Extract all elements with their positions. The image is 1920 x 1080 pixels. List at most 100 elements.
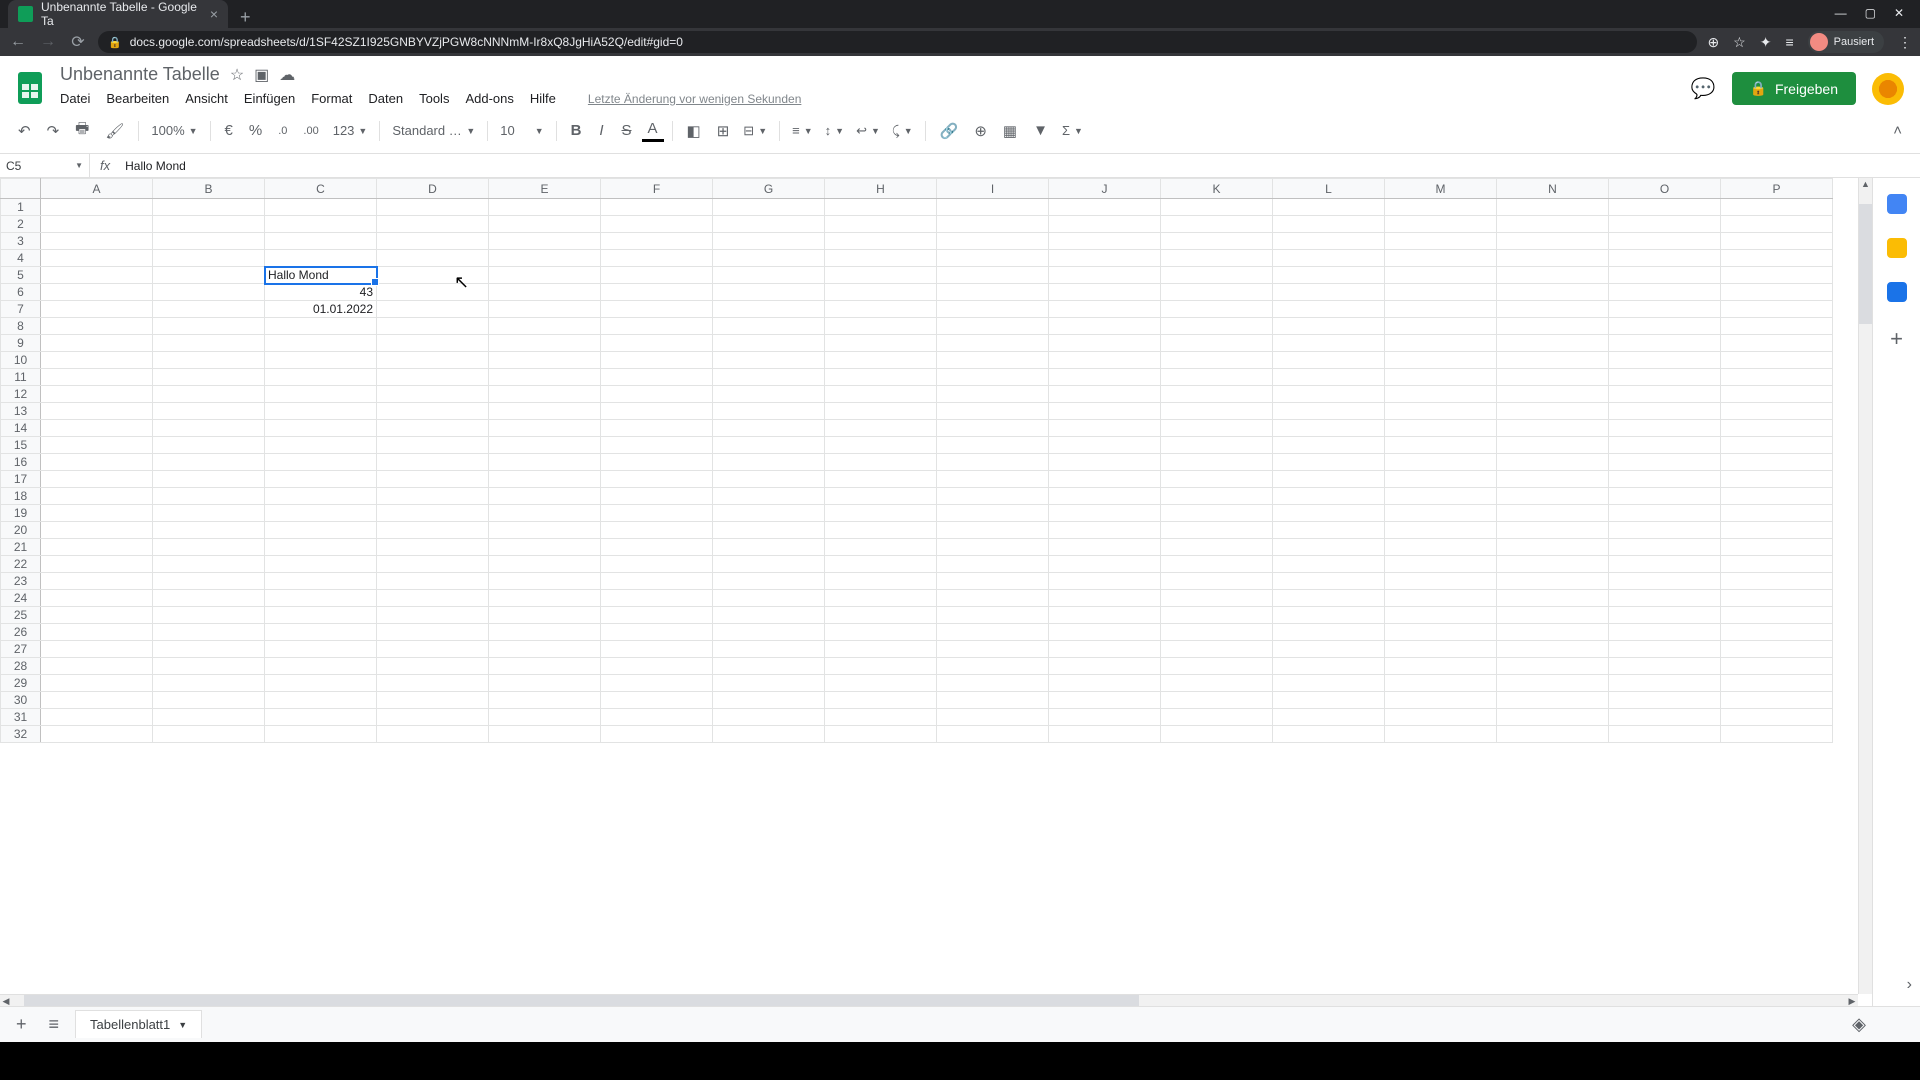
cell-J8[interactable] bbox=[1049, 318, 1161, 335]
row-header[interactable]: 31 bbox=[1, 709, 41, 726]
cell-H1[interactable] bbox=[825, 199, 937, 216]
cell-D7[interactable] bbox=[377, 301, 489, 318]
cell-N8[interactable] bbox=[1497, 318, 1609, 335]
cell-H12[interactable] bbox=[825, 386, 937, 403]
menu-data[interactable]: Daten bbox=[368, 91, 403, 106]
column-header[interactable]: O bbox=[1609, 179, 1721, 199]
cell-C22[interactable] bbox=[265, 556, 377, 573]
last-edit-hint[interactable]: Letzte Änderung vor wenigen Sekunden bbox=[588, 92, 802, 106]
cell-M24[interactable] bbox=[1385, 590, 1497, 607]
cell-K15[interactable] bbox=[1161, 437, 1273, 454]
cell-F13[interactable] bbox=[601, 403, 713, 420]
column-header[interactable]: N bbox=[1497, 179, 1609, 199]
row-header[interactable]: 5 bbox=[1, 267, 41, 284]
cell-P12[interactable] bbox=[1721, 386, 1833, 403]
menu-file[interactable]: Datei bbox=[60, 91, 90, 106]
cell-F18[interactable] bbox=[601, 488, 713, 505]
column-header[interactable]: P bbox=[1721, 179, 1833, 199]
cell-L25[interactable] bbox=[1273, 607, 1385, 624]
fill-color-button[interactable]: ◧ bbox=[681, 118, 707, 144]
cell-P2[interactable] bbox=[1721, 216, 1833, 233]
cell-G26[interactable] bbox=[713, 624, 825, 641]
cell-B29[interactable] bbox=[153, 675, 265, 692]
cell-G27[interactable] bbox=[713, 641, 825, 658]
row-header[interactable]: 1 bbox=[1, 199, 41, 216]
cell-F8[interactable] bbox=[601, 318, 713, 335]
cell-D17[interactable] bbox=[377, 471, 489, 488]
cell-C31[interactable] bbox=[265, 709, 377, 726]
cell-N29[interactable] bbox=[1497, 675, 1609, 692]
cell-O13[interactable] bbox=[1609, 403, 1721, 420]
cell-P22[interactable] bbox=[1721, 556, 1833, 573]
keep-icon[interactable] bbox=[1887, 238, 1907, 258]
cell-A3[interactable] bbox=[41, 233, 153, 250]
row-header[interactable]: 12 bbox=[1, 386, 41, 403]
cell-P6[interactable] bbox=[1721, 284, 1833, 301]
cell-N19[interactable] bbox=[1497, 505, 1609, 522]
cell-I26[interactable] bbox=[937, 624, 1049, 641]
cell-J3[interactable] bbox=[1049, 233, 1161, 250]
cell-J26[interactable] bbox=[1049, 624, 1161, 641]
cell-I31[interactable] bbox=[937, 709, 1049, 726]
cell-B4[interactable] bbox=[153, 250, 265, 267]
cell-O18[interactable] bbox=[1609, 488, 1721, 505]
cell-I32[interactable] bbox=[937, 726, 1049, 743]
cell-I2[interactable] bbox=[937, 216, 1049, 233]
cell-M9[interactable] bbox=[1385, 335, 1497, 352]
cell-O5[interactable] bbox=[1609, 267, 1721, 284]
cell-F29[interactable] bbox=[601, 675, 713, 692]
cell-K17[interactable] bbox=[1161, 471, 1273, 488]
cell-E11[interactable] bbox=[489, 369, 601, 386]
cell-J15[interactable] bbox=[1049, 437, 1161, 454]
cell-I22[interactable] bbox=[937, 556, 1049, 573]
chevron-down-icon[interactable]: ▼ bbox=[178, 1020, 187, 1030]
cell-F26[interactable] bbox=[601, 624, 713, 641]
undo-button[interactable]: ↶ bbox=[12, 118, 37, 144]
zoom-icon[interactable]: ⊕ bbox=[1707, 34, 1719, 51]
cell-F27[interactable] bbox=[601, 641, 713, 658]
cell-N15[interactable] bbox=[1497, 437, 1609, 454]
cell-L4[interactable] bbox=[1273, 250, 1385, 267]
cell-H32[interactable] bbox=[825, 726, 937, 743]
cell-M19[interactable] bbox=[1385, 505, 1497, 522]
cell-P26[interactable] bbox=[1721, 624, 1833, 641]
bookmark-icon[interactable]: ☆ bbox=[1733, 34, 1746, 51]
cell-J4[interactable] bbox=[1049, 250, 1161, 267]
column-header[interactable]: D bbox=[377, 179, 489, 199]
cell-B20[interactable] bbox=[153, 522, 265, 539]
cell-C30[interactable] bbox=[265, 692, 377, 709]
cell-K32[interactable] bbox=[1161, 726, 1273, 743]
cell-J12[interactable] bbox=[1049, 386, 1161, 403]
cell-L20[interactable] bbox=[1273, 522, 1385, 539]
row-header[interactable]: 25 bbox=[1, 607, 41, 624]
cell-E23[interactable] bbox=[489, 573, 601, 590]
cell-D9[interactable] bbox=[377, 335, 489, 352]
sheets-logo-icon[interactable] bbox=[10, 68, 50, 108]
cell-C29[interactable] bbox=[265, 675, 377, 692]
cell-O17[interactable] bbox=[1609, 471, 1721, 488]
cell-E26[interactable] bbox=[489, 624, 601, 641]
cell-A28[interactable] bbox=[41, 658, 153, 675]
cell-A12[interactable] bbox=[41, 386, 153, 403]
cell-C32[interactable] bbox=[265, 726, 377, 743]
cell-I3[interactable] bbox=[937, 233, 1049, 250]
cell-K30[interactable] bbox=[1161, 692, 1273, 709]
cell-N26[interactable] bbox=[1497, 624, 1609, 641]
cell-B13[interactable] bbox=[153, 403, 265, 420]
column-header[interactable]: M bbox=[1385, 179, 1497, 199]
cell-L27[interactable] bbox=[1273, 641, 1385, 658]
cell-E5[interactable] bbox=[489, 267, 601, 284]
cell-I10[interactable] bbox=[937, 352, 1049, 369]
cell-J5[interactable] bbox=[1049, 267, 1161, 284]
cell-D21[interactable] bbox=[377, 539, 489, 556]
cell-F23[interactable] bbox=[601, 573, 713, 590]
cell-J1[interactable] bbox=[1049, 199, 1161, 216]
cell-F2[interactable] bbox=[601, 216, 713, 233]
cell-L24[interactable] bbox=[1273, 590, 1385, 607]
cell-K22[interactable] bbox=[1161, 556, 1273, 573]
cell-C24[interactable] bbox=[265, 590, 377, 607]
cell-I21[interactable] bbox=[937, 539, 1049, 556]
increase-decimal-button[interactable]: .00 bbox=[297, 121, 324, 141]
cell-P1[interactable] bbox=[1721, 199, 1833, 216]
cell-P32[interactable] bbox=[1721, 726, 1833, 743]
